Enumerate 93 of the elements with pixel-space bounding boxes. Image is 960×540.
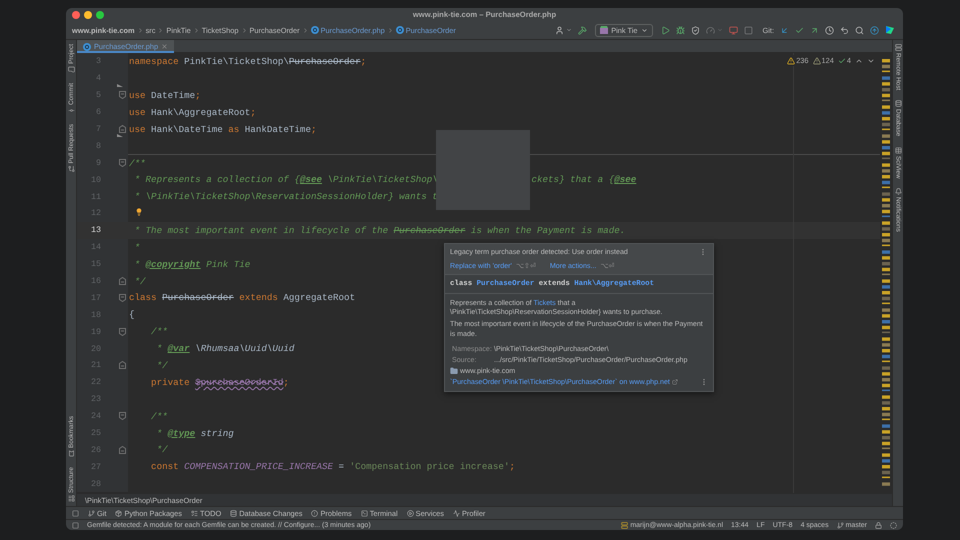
play-circle-icon xyxy=(406,510,414,516)
hammer-icon xyxy=(578,26,588,34)
class-icon xyxy=(396,26,404,34)
bell-icon xyxy=(894,188,902,196)
stop-icon xyxy=(744,26,752,34)
activity-icon xyxy=(452,510,460,516)
caret-icon xyxy=(716,27,722,33)
warning-icon xyxy=(812,56,821,64)
close-icon xyxy=(161,43,168,50)
code-line: /** xyxy=(150,326,168,338)
package-icon xyxy=(115,510,122,516)
code-line: class PurchaseOrder extends AggregateRoot xyxy=(129,292,356,304)
play-icon xyxy=(660,26,670,34)
folder-icon xyxy=(68,66,74,73)
database-icon xyxy=(230,510,238,516)
fold-marker-icon[interactable] xyxy=(119,125,126,133)
fold-marker-icon[interactable] xyxy=(119,328,126,336)
code-line: * @type string xyxy=(156,428,234,439)
code-line: namespace PinkTie\TicketShop\PurchaseOrder; xyxy=(129,56,366,67)
database-icon xyxy=(894,100,902,108)
maximize-button[interactable] xyxy=(96,10,104,18)
plugin-button[interactable] xyxy=(883,23,897,37)
code-line: * xyxy=(134,242,140,253)
code-line: use DateTime; xyxy=(129,90,201,101)
lock-icon xyxy=(875,522,882,528)
class-icon xyxy=(83,42,91,50)
clock-icon xyxy=(825,26,834,34)
server-icon xyxy=(894,44,902,51)
user-icon xyxy=(555,26,564,34)
arrow-up-circle-icon xyxy=(870,26,879,34)
terminal-icon xyxy=(360,510,368,516)
shield-icon xyxy=(690,26,700,34)
code-line: private $purchaseOrderId; xyxy=(150,376,289,388)
check-icon xyxy=(795,26,804,34)
code-line: * The most important event in lifecycle of the PurchaseOrder is when the Payment is made. xyxy=(134,224,626,236)
code-line: /** xyxy=(129,158,146,169)
pull-request-icon xyxy=(68,165,74,172)
plugin-logo-icon xyxy=(885,25,895,35)
code-line: */ xyxy=(134,276,146,287)
code-line: const COMPENSATION_PRICE_INCREASE = 'Compensation price increase'; xyxy=(150,461,515,472)
code-line: * @var \Rhumsaa\Uuid\Uuid xyxy=(156,343,294,354)
code-line: * @copyright Pink Tie xyxy=(134,258,250,270)
caret-icon xyxy=(566,27,572,33)
bug-icon xyxy=(676,26,684,34)
chevron-icon xyxy=(386,26,394,34)
table-icon xyxy=(894,146,902,154)
external-link-icon xyxy=(672,378,678,385)
bulb-icon[interactable] xyxy=(134,208,143,216)
code-line: use Hank\AggregateRoot; xyxy=(129,106,256,118)
chevron-icon xyxy=(136,26,144,34)
close-button[interactable] xyxy=(72,10,80,18)
structure-icon xyxy=(68,495,74,502)
server-icon xyxy=(621,522,628,528)
list-icon xyxy=(190,510,198,516)
arrow-down-left-icon xyxy=(780,26,789,34)
code-line: { xyxy=(129,309,135,320)
chevron-icon xyxy=(240,26,248,34)
branch-icon xyxy=(88,510,95,516)
circle-icon xyxy=(890,522,897,528)
fold-marker-icon[interactable] xyxy=(119,294,126,302)
check-icon xyxy=(838,56,846,64)
chevron-icon xyxy=(192,26,200,34)
fold-marker-icon[interactable] xyxy=(119,91,126,100)
minimize-button[interactable] xyxy=(84,10,92,18)
commit-icon xyxy=(68,106,74,114)
branch-icon xyxy=(836,522,844,528)
fold-marker-icon[interactable] xyxy=(119,158,126,167)
class-icon xyxy=(310,26,319,34)
fold-marker-icon[interactable] xyxy=(119,446,126,454)
panel-toggle-icon xyxy=(72,510,79,516)
folder-icon xyxy=(450,366,458,375)
chevron-icon xyxy=(157,26,164,34)
code-line: /** xyxy=(150,410,168,422)
code-line: * Represents a collection of {@see \PinkTie\TicketShop\ ckets} that a {@see xyxy=(134,174,636,186)
search-icon xyxy=(855,26,864,34)
fold-marker-icon[interactable] xyxy=(119,412,126,420)
chevron-icon xyxy=(302,26,309,34)
code-line: */ xyxy=(156,444,168,456)
warning-icon xyxy=(787,56,796,64)
config-icon xyxy=(600,26,608,34)
panel-icon xyxy=(72,522,79,528)
arrow-up-right-icon xyxy=(810,26,819,34)
alert-icon xyxy=(311,510,318,516)
monitor-icon xyxy=(728,26,738,34)
fold-marker-icon[interactable] xyxy=(119,277,126,286)
line-number: 13 xyxy=(90,225,101,236)
code-line: */ xyxy=(156,360,168,371)
caret-icon xyxy=(640,26,648,34)
bookmark-icon xyxy=(68,450,74,458)
fold-marker-icon[interactable] xyxy=(119,361,126,370)
code-line: use Hank\DateTime as HankDateTime; xyxy=(129,124,316,134)
undo-icon xyxy=(840,26,849,34)
gauge-icon xyxy=(706,26,714,34)
